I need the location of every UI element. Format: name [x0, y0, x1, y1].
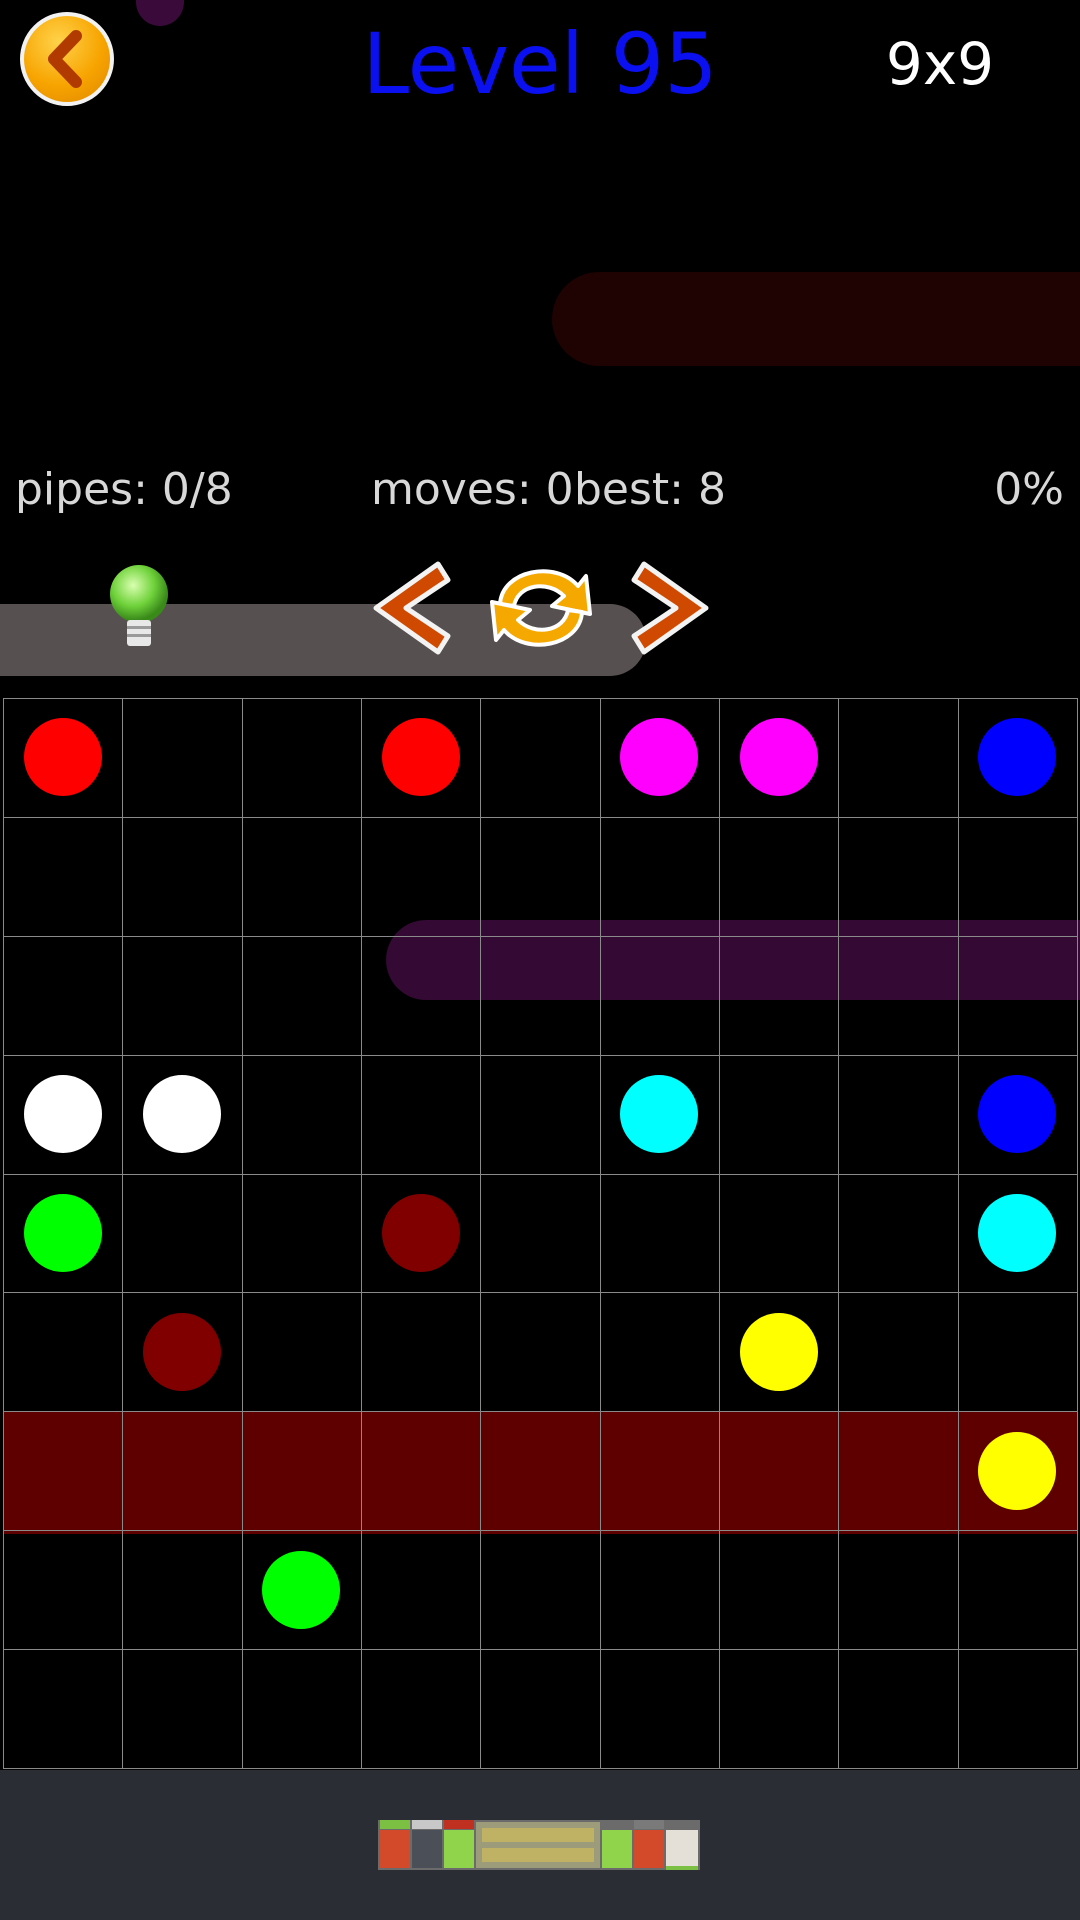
dot-cyan[interactable]: [978, 1194, 1057, 1272]
grid-cell[interactable]: [3, 935, 124, 1056]
grid-cell[interactable]: [838, 1649, 959, 1769]
dot-red[interactable]: [23, 718, 102, 797]
grid-cell[interactable]: [122, 1649, 243, 1769]
grid-cell[interactable]: [361, 935, 482, 1056]
dot-magenta[interactable]: [739, 718, 818, 797]
chevron-left-icon: [373, 561, 451, 655]
grid-cell[interactable]: [719, 935, 840, 1056]
grid-cell[interactable]: [599, 816, 720, 937]
grid-cell[interactable]: [361, 1292, 482, 1413]
grid-cell[interactable]: [719, 1530, 840, 1651]
grid-cell[interactable]: [480, 1411, 601, 1532]
grid-cell[interactable]: [3, 1411, 124, 1532]
grid-cell[interactable]: [719, 816, 840, 937]
grid-cell[interactable]: [3, 1292, 124, 1413]
grid-cell[interactable]: [3, 1649, 124, 1769]
grid-cell[interactable]: [122, 1530, 243, 1651]
dot-red[interactable]: [381, 718, 460, 797]
dot-white[interactable]: [143, 1075, 221, 1154]
grid-cell[interactable]: [241, 698, 362, 818]
grid-cell[interactable]: [719, 1411, 840, 1532]
pipes-counter: pipes: 0/8: [15, 464, 233, 515]
grid-cell[interactable]: [599, 935, 720, 1056]
grid-cell[interactable]: [241, 935, 362, 1056]
grid-cell[interactable]: [599, 1530, 720, 1651]
dot-yellow[interactable]: [739, 1312, 818, 1391]
grid-cell[interactable]: [3, 816, 124, 937]
grid-cell[interactable]: [480, 816, 601, 937]
grid-cell[interactable]: [838, 1411, 959, 1532]
best-score: best: 8: [574, 464, 726, 515]
grid-cell[interactable]: [480, 935, 601, 1056]
grid-cell[interactable]: [241, 1173, 362, 1294]
grid-cell[interactable]: [480, 698, 601, 818]
grid-cell[interactable]: [719, 1173, 840, 1294]
grid-cell[interactable]: [599, 1292, 720, 1413]
grid-cell[interactable]: [957, 816, 1078, 937]
grid-cell[interactable]: [361, 1411, 482, 1532]
moves-counter: moves: 0: [371, 464, 574, 515]
grid-cell[interactable]: [241, 1649, 362, 1769]
dot-cyan[interactable]: [620, 1075, 699, 1154]
grid-cell[interactable]: [719, 1054, 840, 1175]
grid-cell[interactable]: [122, 1173, 243, 1294]
grid-cell[interactable]: [480, 1054, 601, 1175]
grid-cell[interactable]: [122, 698, 243, 818]
grid-cell[interactable]: [480, 1292, 601, 1413]
grid-cell[interactable]: [838, 698, 959, 818]
grid-cell[interactable]: [480, 1649, 601, 1769]
progress-percent: 0%: [994, 464, 1064, 515]
lightbulb-icon: [110, 565, 168, 646]
grid-cell[interactable]: [599, 1411, 720, 1532]
grid-cell[interactable]: [241, 1054, 362, 1175]
grid-cell[interactable]: [480, 1173, 601, 1294]
grid-cell[interactable]: [957, 1649, 1078, 1769]
grid-cell[interactable]: [838, 1292, 959, 1413]
grid-cell[interactable]: [361, 1054, 482, 1175]
grid-cell[interactable]: [122, 1411, 243, 1532]
dot-green[interactable]: [262, 1550, 341, 1629]
restart-button[interactable]: [486, 556, 596, 660]
restart-icon: [490, 569, 592, 647]
next-level-button[interactable]: [620, 556, 730, 660]
dot-yellow[interactable]: [978, 1431, 1057, 1510]
grid-cell[interactable]: [599, 1173, 720, 1294]
grid-cell[interactable]: [719, 1649, 840, 1769]
game-board[interactable]: [3, 698, 1078, 1769]
grid-cell[interactable]: [480, 1530, 601, 1651]
grid-cell[interactable]: [838, 1530, 959, 1651]
grid-cell[interactable]: [599, 1649, 720, 1769]
grid-cell[interactable]: [957, 935, 1078, 1056]
grid-cell[interactable]: [122, 935, 243, 1056]
dot-green[interactable]: [23, 1194, 102, 1272]
grid-cell[interactable]: [957, 1292, 1078, 1413]
decorative-shape-red: [552, 272, 1080, 366]
dot-maroon[interactable]: [143, 1312, 221, 1391]
dot-blue[interactable]: [978, 1075, 1057, 1154]
grid-cell[interactable]: [361, 816, 482, 937]
previous-level-button[interactable]: [352, 556, 462, 660]
grid-cell[interactable]: [3, 1530, 124, 1651]
grid-cell[interactable]: [122, 816, 243, 937]
grid-cell[interactable]: [838, 1054, 959, 1175]
square-rush-ad-banner[interactable]: [378, 1820, 700, 1870]
grid-cell[interactable]: [241, 1411, 362, 1532]
grid-cell[interactable]: [361, 1649, 482, 1769]
grid-cell[interactable]: [361, 1530, 482, 1651]
ad-banner-graphic: [378, 1820, 700, 1870]
grid-cell[interactable]: [838, 816, 959, 937]
dot-white[interactable]: [23, 1075, 102, 1154]
grid-cell[interactable]: [241, 816, 362, 937]
grid-cell[interactable]: [838, 1173, 959, 1294]
grid-cell[interactable]: [838, 935, 959, 1056]
dot-maroon[interactable]: [381, 1194, 460, 1272]
grid-cell[interactable]: [957, 1530, 1078, 1651]
chevron-right-icon: [631, 561, 709, 655]
grid-cell[interactable]: [241, 1292, 362, 1413]
grid-size-label: 9x9: [885, 30, 995, 98]
hint-button[interactable]: [106, 564, 172, 648]
